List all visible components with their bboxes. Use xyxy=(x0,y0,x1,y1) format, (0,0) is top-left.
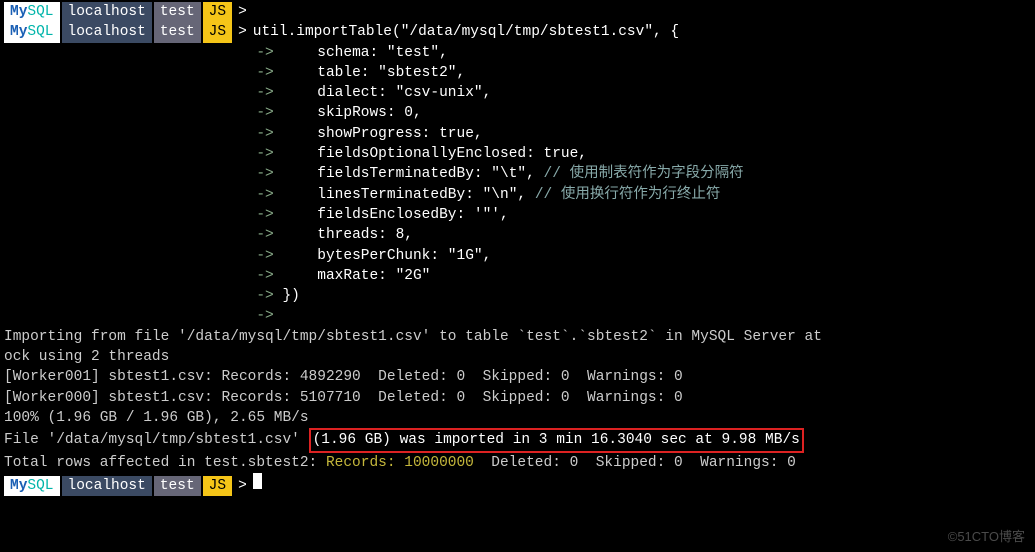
command-option-3: -> skipRows: 0, xyxy=(4,103,1031,123)
command-option-11: -> maxRate: "2G" xyxy=(4,266,1031,286)
badge-host: localhost xyxy=(62,22,152,42)
badge-mode: JS xyxy=(203,476,232,496)
command-option-2: -> dialect: "csv-unix", xyxy=(4,83,1031,103)
shell-prompt-2[interactable]: MySQLlocalhosttestJS > util.importTable("/… xyxy=(4,22,1031,42)
watermark-text: ©51CTO博客 xyxy=(948,528,1025,546)
continuation-arrow-icon: -> xyxy=(256,227,273,243)
continuation-arrow-icon: -> xyxy=(256,187,273,203)
output-total-rows: Total rows affected in test.sbtest2: Rec… xyxy=(4,453,1031,473)
badge-host: localhost xyxy=(62,476,152,496)
output-file-imported: File '/data/mysql/tmp/sbtest1.csv' (1.96… xyxy=(4,428,1031,452)
prompt-chevron-icon: > xyxy=(238,22,247,42)
command-option-9: -> threads: 8, xyxy=(4,225,1031,245)
continuation-arrow-icon: -> xyxy=(256,105,273,121)
output-worker-1: [Worker001] sbtest1.csv: Records: 489229… xyxy=(4,367,1031,387)
badge-db: test xyxy=(154,476,201,496)
command-option-5: -> fieldsOptionallyEnclosed: true, xyxy=(4,144,1031,164)
continuation-arrow-icon: -> xyxy=(256,126,273,142)
command-option-1: -> table: "sbtest2", xyxy=(4,63,1031,83)
continuation-arrow-icon: -> xyxy=(256,85,273,101)
badge-host: localhost xyxy=(62,2,152,22)
badge-mode: JS xyxy=(203,22,232,42)
output-worker-0: [Worker000] sbtest1.csv: Records: 510771… xyxy=(4,388,1031,408)
continuation-arrow-icon: -> xyxy=(256,166,273,182)
command-close-2: -> xyxy=(4,306,1031,326)
cursor-icon xyxy=(253,473,262,489)
continuation-arrow-icon: -> xyxy=(256,146,273,162)
badge-mysql: MySQL xyxy=(4,476,60,496)
command-option-10: -> bytesPerChunk: "1G", xyxy=(4,246,1031,266)
shell-prompt-3[interactable]: MySQLlocalhosttestJS > xyxy=(4,473,1031,496)
output-progress: 100% (1.96 GB / 1.96 GB), 2.65 MB/s xyxy=(4,408,1031,428)
badge-db: test xyxy=(154,22,201,42)
continuation-arrow-icon: -> xyxy=(256,308,273,324)
command-option-0: -> schema: "test", xyxy=(4,43,1031,63)
badge-mysql: MySQL xyxy=(4,2,60,22)
shell-prompt-1: MySQLlocalhosttestJS > xyxy=(4,2,1031,22)
command-option-6: -> fieldsTerminatedBy: "\t", // 使用制表符作为字… xyxy=(4,164,1031,184)
command-close: -> }) xyxy=(4,286,1031,306)
output-importing-2: ock using 2 threads xyxy=(4,347,1031,367)
continuation-arrow-icon: -> xyxy=(256,207,273,223)
highlight-box: (1.96 GB) was imported in 3 min 16.3040 … xyxy=(309,428,804,452)
continuation-arrow-icon: -> xyxy=(256,65,273,81)
command-text: util.importTable("/data/mysql/tmp/sbtest… xyxy=(253,22,679,42)
badge-mysql: MySQL xyxy=(4,22,60,42)
command-option-8: -> fieldsEnclosedBy: '"', xyxy=(4,205,1031,225)
output-importing: Importing from file '/data/mysql/tmp/sbt… xyxy=(4,327,1031,347)
prompt-chevron-icon: > xyxy=(238,2,247,22)
command-option-7: -> linesTerminatedBy: "\n", // 使用换行符作为行终… xyxy=(4,185,1031,205)
continuation-arrow-icon: -> xyxy=(256,248,273,264)
prompt-chevron-icon: > xyxy=(238,476,247,496)
continuation-arrow-icon: -> xyxy=(256,268,273,284)
badge-db: test xyxy=(154,2,201,22)
command-option-4: -> showProgress: true, xyxy=(4,124,1031,144)
continuation-arrow-icon: -> xyxy=(256,45,273,61)
continuation-arrow-icon: -> xyxy=(256,288,273,304)
badge-mode: JS xyxy=(203,2,232,22)
